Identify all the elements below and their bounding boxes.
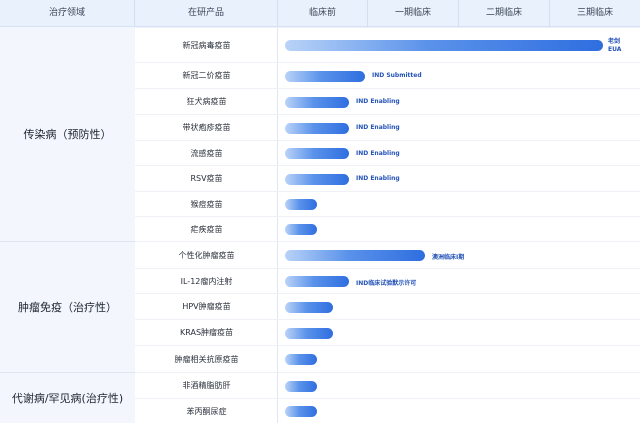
- product-name: 带状疱疹疫苗: [135, 114, 278, 140]
- product-name: 肿瘤相关抗原疫苗: [135, 345, 278, 372]
- progress-bar: [285, 199, 317, 210]
- product-name: IL-12瘤内注射: [135, 268, 278, 293]
- progress-bar: [285, 302, 333, 313]
- header-stage-preclinical: 临床前: [278, 0, 368, 27]
- stage-status-label: IND Enabling: [356, 150, 400, 157]
- product-name: RSV疫苗: [135, 165, 278, 191]
- progress-bar: [285, 224, 317, 235]
- stage-status-label: IND临床试验默示许可: [356, 278, 416, 287]
- progress-bar: [285, 276, 349, 287]
- stage-status-label: IND Enabling: [356, 175, 400, 182]
- header-stage-phase1: 一期临床: [368, 0, 459, 27]
- header-product: 在研产品: [135, 0, 278, 27]
- area-metabolic: 代谢病/罕见病(治疗性): [0, 372, 135, 423]
- area-oncology: 肿瘤免疫（治疗性）: [0, 241, 135, 372]
- table-row: [278, 216, 640, 241]
- header-area: 治疗领域: [0, 0, 135, 27]
- table-row: IND Submitted: [278, 62, 640, 88]
- progress-bar: [285, 381, 317, 392]
- progress-bar: [285, 40, 603, 51]
- stage-status-text: IND临床试验默示许可: [356, 280, 417, 287]
- table-row: [278, 319, 640, 345]
- progress-bar: [285, 174, 349, 185]
- stage-status-label: 老剑 EUA: [608, 38, 621, 54]
- table-row: 澳洲临床I期: [278, 241, 640, 268]
- stage-status-text-secondary: EUA: [608, 46, 622, 53]
- pipeline-table: 传染病（预防性） 肿瘤免疫（治疗性） 代谢病/罕见病(治疗性) 新冠病毒疫苗 新冠…: [0, 27, 640, 423]
- area-column: 传染病（预防性） 肿瘤免疫（治疗性） 代谢病/罕见病(治疗性): [0, 27, 135, 423]
- table-header: 治疗领域 在研产品 临床前 一期临床 二期临床 三期临床: [0, 0, 640, 27]
- product-name: 新冠二价疫苗: [135, 62, 278, 88]
- stage-status-text: IND Submitted: [372, 72, 422, 79]
- product-name: 流感疫苗: [135, 140, 278, 165]
- table-row: [278, 372, 640, 398]
- progress-bar: [285, 250, 425, 261]
- progress-bar: [285, 71, 365, 82]
- table-row: IND临床试验默示许可: [278, 268, 640, 293]
- progress-bar: [285, 123, 349, 134]
- stage-status-label: IND Enabling: [356, 124, 400, 131]
- stage-status-text: IND Enabling: [356, 175, 400, 182]
- table-row: 老剑 EUA: [278, 27, 640, 62]
- table-row: IND Enabling: [278, 88, 640, 114]
- product-name: 狂犬病疫苗: [135, 88, 278, 114]
- stage-status-text: IND Enabling: [356, 98, 400, 105]
- product-column: 新冠病毒疫苗 新冠二价疫苗 狂犬病疫苗 带状疱疹疫苗 流感疫苗 RSV疫苗 猴痘疫苗 疟疾疫苗…: [135, 27, 278, 423]
- stage-status-text: IND Enabling: [356, 150, 400, 157]
- area-infectious: 传染病（预防性）: [0, 27, 135, 241]
- product-name: 新冠病毒疫苗: [135, 27, 278, 62]
- product-name: 苯丙酮尿症: [135, 398, 278, 423]
- progress-bar: [285, 406, 317, 417]
- progress-column: 老剑 EUA IND Submitted IND Enabling IND Enabli…: [278, 27, 640, 423]
- progress-bar: [285, 97, 349, 108]
- table-row: [278, 345, 640, 372]
- product-name: KRAS肿瘤疫苗: [135, 319, 278, 345]
- stage-status-label: 澳洲临床I期: [432, 252, 464, 261]
- stage-status-label: IND Enabling: [356, 98, 400, 105]
- header-stage-phase2: 二期临床: [459, 0, 550, 27]
- table-row: IND Enabling: [278, 114, 640, 140]
- product-name: 猴痘疫苗: [135, 191, 278, 216]
- table-row: [278, 293, 640, 319]
- progress-bar: [285, 354, 317, 365]
- header-stage-phase3: 三期临床: [576, 8, 613, 18]
- product-name: 疟疾疫苗: [135, 216, 278, 241]
- product-name: HPV肿瘤疫苗: [135, 293, 278, 319]
- stage-status-text: IND Enabling: [356, 124, 400, 131]
- stage-status-label: IND Submitted: [372, 72, 422, 79]
- progress-bar: [285, 328, 333, 339]
- stage-status-text: 澳洲临床I期: [432, 254, 465, 261]
- progress-bar: [285, 148, 349, 159]
- table-row: IND Enabling: [278, 140, 640, 165]
- stage-status-text: 老剑: [608, 38, 621, 45]
- table-row: [278, 398, 640, 423]
- product-name: 个性化肿瘤疫苗: [135, 241, 278, 268]
- product-name: 非酒精脂肪肝: [135, 372, 278, 398]
- table-row: [278, 191, 640, 216]
- table-row: IND Enabling: [278, 165, 640, 191]
